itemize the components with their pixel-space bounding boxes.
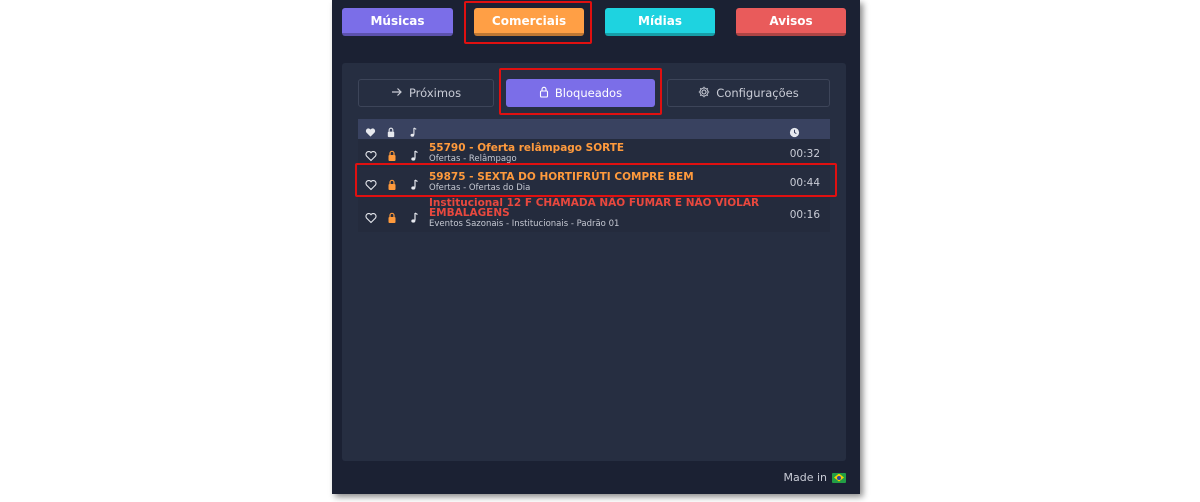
row-subtitle: Ofertas - Ofertas do Dia: [429, 183, 531, 193]
app-window: Músicas Comerciais Mídias Avisos Próximo…: [332, 0, 860, 494]
row-duration: 00:32: [789, 148, 820, 160]
lock-icon[interactable]: [387, 176, 399, 190]
heart-outline-icon[interactable]: [365, 209, 377, 224]
music-note-icon[interactable]: [408, 123, 420, 137]
table-header: [358, 119, 830, 139]
brazil-flag-icon: [832, 472, 846, 483]
gear-icon: [698, 86, 710, 101]
subtab-configuracoes[interactable]: Configurações: [667, 79, 830, 107]
heart-outline-icon[interactable]: [365, 147, 377, 162]
made-in-label: Made in: [783, 471, 827, 484]
subtab-proximos[interactable]: Próximos: [358, 79, 494, 107]
lock-icon[interactable]: [386, 123, 398, 138]
row-title: 55790 - Oferta relâmpago SORTE: [429, 142, 625, 154]
music-note-icon[interactable]: [409, 209, 421, 223]
row-duration: 00:16: [789, 209, 820, 221]
tab-comerciais[interactable]: Comerciais: [474, 8, 584, 36]
heart-icon[interactable]: [365, 123, 377, 137]
row-subtitle: Eventos Sazonais - Institucionais - Padr…: [429, 219, 620, 229]
lock-icon[interactable]: [387, 147, 399, 161]
table-row[interactable]: 55790 - Oferta relâmpago SORTE Ofertas -…: [358, 139, 830, 168]
blocked-table: 55790 - Oferta relâmpago SORTE Ofertas -…: [358, 119, 830, 232]
row-title: Institucional 12 F CHAMADA NÃO FUMAR E N…: [429, 197, 760, 219]
made-in-footer: Made in: [783, 471, 846, 484]
row-subtitle: Ofertas - Relâmpago: [429, 154, 517, 164]
content-panel: Próximos Bloqueados Configurações 55790 …: [342, 63, 846, 461]
lock-icon: [539, 86, 549, 101]
table-row[interactable]: Institucional 12 F CHAMADA NÃO FUMAR E N…: [358, 197, 830, 232]
arrow-right-icon: [391, 86, 403, 100]
subtab-bloqueados[interactable]: Bloqueados: [506, 79, 655, 107]
lock-icon[interactable]: [387, 209, 399, 223]
subtab-bloqueados-label: Bloqueados: [554, 86, 623, 100]
heart-outline-icon[interactable]: [365, 176, 377, 191]
row-title: 59875 - SEXTA DO HORTIFRÚTI COMPRE BEM: [429, 171, 694, 183]
music-note-icon[interactable]: [409, 176, 421, 190]
tab-avisos[interactable]: Avisos: [736, 8, 846, 36]
subtab-configuracoes-label: Configurações: [716, 86, 799, 100]
table-row[interactable]: 59875 - SEXTA DO HORTIFRÚTI COMPRE BEM O…: [358, 168, 830, 197]
tab-musicas[interactable]: Músicas: [342, 8, 453, 36]
tab-midias[interactable]: Mídias: [605, 8, 715, 36]
clock-icon[interactable]: [789, 123, 801, 138]
subtab-proximos-label: Próximos: [408, 86, 462, 100]
row-duration: 00:44: [789, 177, 820, 189]
music-note-icon[interactable]: [409, 147, 421, 161]
